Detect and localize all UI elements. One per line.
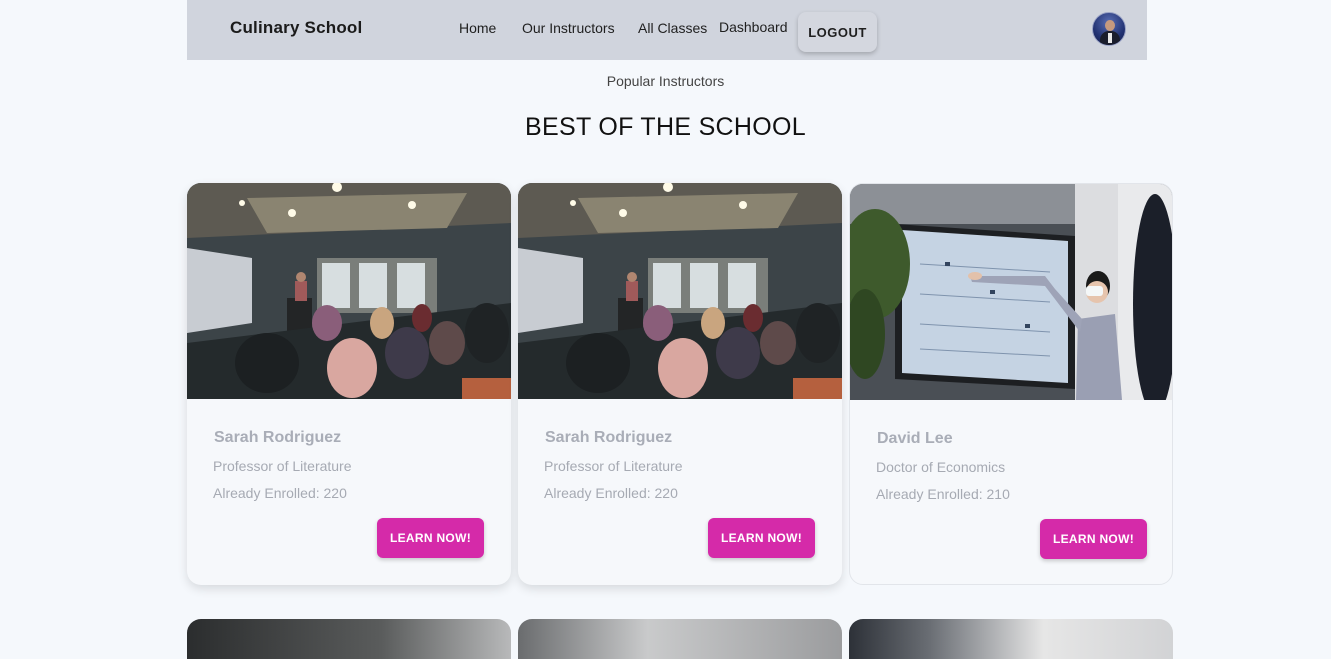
instructor-title: Professor of Literature bbox=[544, 458, 683, 474]
avatar-body-shape bbox=[1100, 31, 1120, 45]
instructor-card: David Lee Doctor of Economics Already En… bbox=[849, 183, 1173, 585]
instructor-name: David Lee bbox=[877, 430, 953, 447]
instructor-name: Sarah Rodriguez bbox=[545, 429, 673, 446]
instructor-enrolled-count: Already Enrolled: 210 bbox=[876, 486, 1010, 502]
classroom-photo bbox=[518, 183, 842, 399]
learn-now-button[interactable]: LEARN NOW! bbox=[708, 518, 815, 558]
user-avatar[interactable] bbox=[1092, 12, 1126, 46]
logout-button[interactable]: LOGOUT bbox=[798, 12, 877, 52]
classroom-photo-illustration bbox=[187, 183, 511, 399]
instructor-card-partial bbox=[849, 619, 1173, 659]
instructor-enrolled-count: Already Enrolled: 220 bbox=[213, 485, 347, 501]
avatar-head-shape bbox=[1105, 20, 1115, 31]
nav-link-dashboard[interactable]: Dashboard bbox=[719, 19, 788, 35]
classroom-photo bbox=[187, 183, 511, 399]
presentation-photo bbox=[850, 184, 1172, 400]
nav-link-our-instructors[interactable]: Our Instructors bbox=[522, 20, 615, 36]
learn-now-button[interactable]: LEARN NOW! bbox=[377, 518, 484, 558]
instructor-card-partial bbox=[187, 619, 511, 659]
classroom-photo-illustration bbox=[518, 183, 842, 399]
instructor-card-partial bbox=[518, 619, 842, 659]
section-heading: BEST OF THE SCHOOL bbox=[525, 113, 806, 141]
nav-link-home[interactable]: Home bbox=[459, 20, 496, 36]
learn-now-button[interactable]: LEARN NOW! bbox=[1040, 519, 1147, 559]
instructor-card: Sarah Rodriguez Professor of Literature … bbox=[518, 183, 842, 585]
instructor-card: Sarah Rodriguez Professor of Literature … bbox=[187, 183, 511, 585]
instructor-title: Doctor of Economics bbox=[876, 459, 1006, 475]
instructor-enrolled-count: Already Enrolled: 220 bbox=[544, 485, 678, 501]
instructor-name: Sarah Rodriguez bbox=[214, 429, 342, 446]
presentation-photo-illustration bbox=[850, 184, 1172, 400]
nav-link-all-classes[interactable]: All Classes bbox=[638, 20, 707, 36]
brand-logo-text[interactable]: Culinary School bbox=[230, 18, 362, 38]
section-subtitle: Popular Instructors bbox=[606, 73, 725, 89]
top-navbar: Culinary School Home Our Instructors All… bbox=[187, 0, 1147, 60]
instructor-title: Professor of Literature bbox=[213, 458, 352, 474]
